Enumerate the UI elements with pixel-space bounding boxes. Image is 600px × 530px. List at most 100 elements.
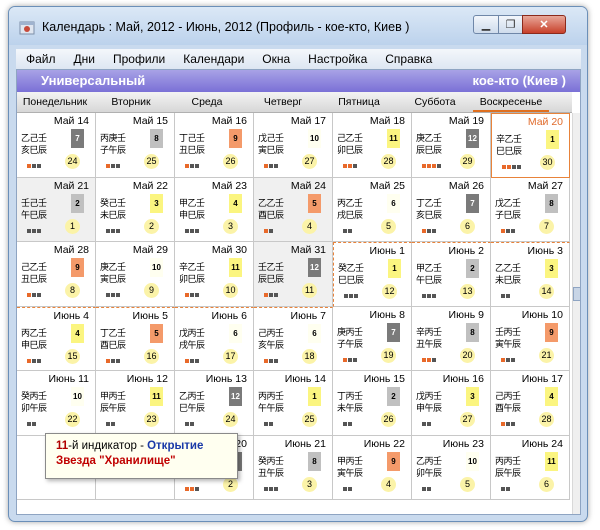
menu-file[interactable]: Файл	[16, 52, 64, 66]
day-indicator-badge[interactable]: 9	[229, 129, 242, 148]
day-cell[interactable]: Июнь 7 己丙壬 亥午辰 6 18	[254, 306, 333, 371]
menu-days[interactable]: Дни	[64, 52, 103, 66]
day-indicator-badge[interactable]: 7	[466, 193, 479, 213]
day-indicator-badge[interactable]: 8	[466, 322, 479, 342]
day-indicator-badge[interactable]: 10	[71, 387, 84, 406]
day-indicator-badge[interactable]: 3	[150, 193, 163, 213]
day-indicator-badge[interactable]: 1	[388, 259, 401, 278]
minimize-button[interactable]: ▁	[473, 15, 499, 34]
day-indicator-badge[interactable]: 9	[545, 322, 558, 342]
day-cell[interactable]: Июнь 11 癸丙壬 卯午辰 10 22	[17, 371, 96, 436]
hieroglyph-line-top: 乙乙壬	[258, 198, 284, 209]
day-indicator-badge[interactable]: 6	[308, 323, 321, 343]
day-cell[interactable]: Май 27 戊乙壬 子巳辰 8 7	[491, 177, 570, 242]
menu-calendars[interactable]: Календари	[173, 52, 252, 66]
day-cell[interactable]: Июнь 1 癸乙壬 巳巳辰 1 12	[333, 242, 412, 307]
day-indicator-badge[interactable]: 7	[71, 129, 84, 148]
day-indicator-badge[interactable]: 5	[308, 193, 321, 213]
day-cell[interactable]: Май 20 辛乙壬 巳巳辰 1 30	[491, 113, 570, 178]
day-indicator-badge[interactable]: 7	[387, 322, 400, 342]
day-indicator-badge[interactable]: 9	[71, 258, 84, 277]
day-indicator-badge[interactable]: 4	[545, 387, 558, 406]
menu-profiles[interactable]: Профили	[103, 52, 173, 66]
day-cell[interactable]: Июнь 23 乙丙壬 卯午辰 10 5	[412, 435, 491, 500]
marker-dot	[432, 357, 436, 362]
day-cell[interactable]: Май 17 戊己壬 寅巳辰 10 27	[254, 113, 333, 178]
close-button[interactable]: ✕	[522, 15, 566, 34]
day-indicator-badge[interactable]: 6	[229, 323, 242, 343]
day-cell[interactable]: Июнь 9 辛丙壬 丑午辰 8 20	[412, 306, 491, 371]
day-cell[interactable]: Май 18 己乙壬 卯巳辰 11 28	[333, 113, 412, 178]
day-cell[interactable]: Июнь 10 壬丙壬 寅午辰 9 21	[491, 306, 570, 371]
day-cell[interactable]: Май 19 庚乙壬 辰巳辰 12 29	[412, 113, 491, 178]
day-indicator-badge[interactable]: 1	[546, 130, 559, 149]
day-cell[interactable]: Июнь 13 乙丙壬 巳午辰 12 24	[175, 371, 254, 436]
day-cell[interactable]: Май 14 乙己壬 亥巳辰 7 24	[17, 113, 96, 178]
marker-dot	[190, 164, 194, 168]
day-cell[interactable]: Июнь 12 甲丙壬 辰午辰 11 23	[96, 371, 175, 436]
day-cell[interactable]: Июнь 21 癸丙壬 丑午辰 8 3	[254, 435, 333, 500]
day-cell[interactable]: Май 26 丁乙壬 亥巳辰 7 6	[412, 177, 491, 242]
day-cell[interactable]: Июнь 3 乙乙壬 未巳辰 3 14	[491, 242, 570, 307]
day-indicator-badge[interactable]: 12	[229, 387, 242, 406]
day-cell[interactable]: Май 25 丙乙壬 戌巳辰 6 5	[333, 177, 412, 242]
day-indicator-badge[interactable]: 11	[229, 258, 242, 277]
day-indicator-badge[interactable]: 10	[308, 129, 321, 148]
title-bar[interactable]: Календарь : Май, 2012 - Июнь, 2012 (Проф…	[9, 7, 587, 45]
day-cell[interactable]: Май 31 壬乙壬 辰巳辰 12 11	[254, 242, 333, 307]
day-cell[interactable]: Май 24 乙乙壬 酉巳辰 5 4	[254, 177, 333, 242]
day-indicator-badge[interactable]: 6	[387, 193, 400, 213]
marker-dot	[269, 358, 273, 363]
day-cell[interactable]: Май 23 甲乙壬 申巳辰 4 3	[175, 177, 254, 242]
day-hieroglyphs: 丁丙壬 未午辰	[337, 391, 381, 415]
day-cell[interactable]: Июнь 17 己丙壬 酉午辰 4 28	[491, 371, 570, 436]
day-cell[interactable]: Май 28 己乙壬 丑巳辰 9 8	[17, 242, 96, 307]
day-cell[interactable]: Июнь 5 丁乙壬 酉巳辰 5 16	[96, 306, 175, 371]
day-cell[interactable]: Май 16 丁己壬 丑巳辰 9 26	[175, 113, 254, 178]
day-indicator-badge[interactable]: 8	[150, 129, 163, 148]
day-indicator-badge[interactable]: 5	[150, 323, 163, 343]
day-cell[interactable]: Май 21 壬己壬 午巳辰 2 1	[17, 177, 96, 242]
day-cell[interactable]: Май 30 辛乙壬 卯巳辰 11 10	[175, 242, 254, 307]
day-indicator-badge[interactable]: 3	[466, 387, 479, 406]
day-indicator-badge[interactable]: 9	[387, 451, 400, 471]
day-cell[interactable]: Июнь 16 戊丙壬 申午辰 3 27	[412, 371, 491, 436]
day-indicator-badge[interactable]: 12	[466, 129, 479, 148]
day-indicator-badge[interactable]: 12	[308, 258, 321, 277]
day-indicator-badge[interactable]: 4	[71, 323, 84, 343]
menu-help[interactable]: Справка	[375, 52, 440, 66]
day-indicator-badge[interactable]: 4	[229, 193, 242, 213]
day-cell[interactable]: Май 22 癸己壬 未巳辰 3 2	[96, 177, 175, 242]
vertical-scrollbar[interactable]	[572, 113, 580, 514]
day-cell[interactable]: Май 29 庚乙壬 寅巳辰 10 9	[96, 242, 175, 307]
day-cell[interactable]: Май 15 丙庚壬 子午辰 8 25	[96, 113, 175, 178]
day-indicator-badge[interactable]: 1	[308, 387, 321, 406]
day-indicator-badge[interactable]: 11	[150, 387, 163, 406]
day-cell[interactable]: Июнь 22 甲丙壬 寅午辰 9 4	[333, 435, 412, 500]
day-cell[interactable]: Июнь 2 甲乙壬 午巳辰 2 13	[412, 242, 491, 307]
day-cell[interactable]: Июнь 14 丙丙壬 午午辰 1 25	[254, 371, 333, 436]
day-indicator-badge[interactable]: 8	[545, 193, 558, 213]
day-cell[interactable]: Июнь 8 庚丙壬 子午辰 7 19	[333, 306, 412, 371]
maximize-button[interactable]: ❐	[498, 15, 523, 34]
day-indicator-badge[interactable]: 3	[545, 259, 558, 278]
day-date-label: Июнь 12	[126, 373, 168, 385]
scrollbar-thumb[interactable]	[573, 287, 580, 301]
day-indicator-badge[interactable]: 2	[466, 259, 479, 278]
marker-dot	[190, 422, 194, 426]
day-indicator-badge[interactable]: 2	[71, 193, 84, 213]
menu-windows[interactable]: Окна	[252, 52, 298, 66]
day-cell[interactable]: Июнь 24 丙丙壬 辰午辰 11 6	[491, 435, 570, 500]
menu-settings[interactable]: Настройка	[298, 52, 375, 66]
day-indicator-badge[interactable]: 8	[308, 451, 321, 471]
day-indicator-badge[interactable]: 10	[466, 451, 479, 471]
day-indicator-badge[interactable]: 11	[545, 451, 558, 471]
day-cell[interactable]: Июнь 6 戊丙壬 戌午辰 6 17	[175, 306, 254, 371]
day-indicator-badge[interactable]: 11	[387, 129, 400, 148]
day-indicator-badge[interactable]: 10	[150, 258, 163, 277]
marker-dot	[190, 486, 194, 491]
day-indicator-badge[interactable]: 2	[387, 387, 400, 406]
day-cell[interactable]: Июнь 4 丙乙壬 申巳辰 4 15	[17, 306, 96, 371]
day-cell[interactable]: Июнь 15 丁丙壬 未午辰 2 26	[333, 371, 412, 436]
day-date-label: Июнь 2	[448, 245, 484, 257]
